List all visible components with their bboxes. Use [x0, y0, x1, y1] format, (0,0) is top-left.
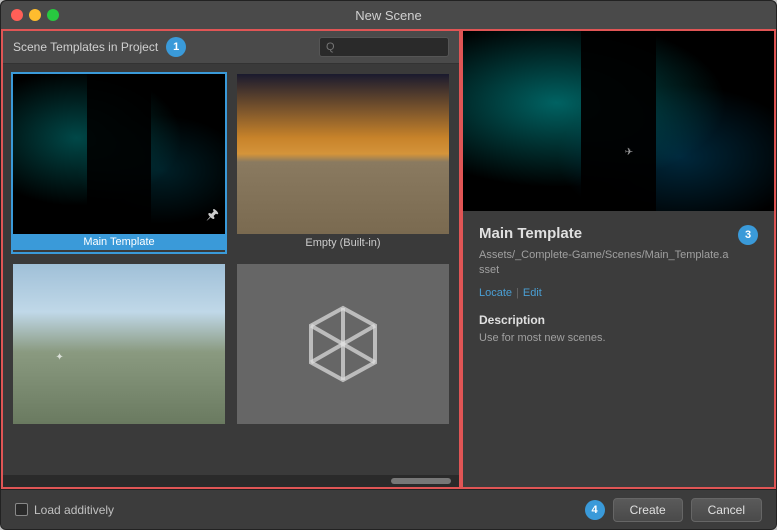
badge-1: 1 [166, 37, 186, 57]
create-button[interactable]: Create [613, 498, 683, 522]
bottom-bar: Load additively 4 Create Cancel [1, 489, 776, 529]
window-title: New Scene [355, 8, 421, 23]
new-scene-window: New Scene Scene Templates in Project 1 [0, 0, 777, 530]
preview-center-strip [581, 31, 656, 211]
link-separator: | [516, 287, 519, 299]
detail-title: Main Template [479, 225, 730, 242]
right-panel: ✈ Main Template Assets/_Complete-Game/Sc… [461, 29, 776, 489]
detail-desc-text: Use for most new scenes. [479, 331, 730, 346]
thumb-empty-bg [237, 74, 449, 234]
badge-4: 4 [585, 500, 605, 520]
template-item-main[interactable]: 🖈 Main Template [11, 72, 227, 254]
spaceship-icon: ✈ [625, 147, 637, 157]
template-label-empty: Empty (Built-in) [237, 234, 449, 252]
template-item-empty[interactable]: Empty (Built-in) [235, 72, 451, 254]
preview-space-bg: ✈ [463, 31, 774, 211]
pin-icon: 🖈 [206, 204, 219, 228]
load-additive-area: Load additively [15, 503, 114, 517]
scrollbar-area [3, 475, 459, 487]
detail-section: Main Template Assets/_Complete-Game/Scen… [463, 211, 774, 487]
search-input[interactable] [319, 37, 449, 57]
template-thumbnail-basic [13, 264, 225, 424]
template-item-unity[interactable] [235, 262, 451, 432]
left-panel: Scene Templates in Project 1 🖈 Main Temp… [1, 29, 461, 489]
thumb-unity-bg [237, 264, 449, 424]
minimize-button[interactable] [29, 9, 41, 21]
templates-grid: 🖈 Main Template Empty (Built-in) [3, 64, 459, 475]
detail-path: Assets/_Complete-Game/Scenes/Main_Templa… [479, 248, 730, 279]
maximize-button[interactable] [47, 9, 59, 21]
template-label-basic [13, 424, 225, 430]
detail-links: Locate | Edit [479, 287, 730, 299]
thumb-main-bg [13, 74, 225, 234]
template-label-main: Main Template [13, 234, 225, 250]
load-additive-checkbox[interactable] [15, 503, 28, 516]
title-bar: New Scene [1, 1, 776, 29]
template-label-unity [237, 424, 449, 430]
main-content: Scene Templates in Project 1 🖈 Main Temp… [1, 29, 776, 489]
thumb-basic-bg [13, 264, 225, 424]
edit-link[interactable]: Edit [523, 287, 542, 299]
preview-image: ✈ [463, 31, 774, 211]
thumb-center-strip [87, 74, 151, 234]
template-thumbnail-main: 🖈 [13, 74, 225, 234]
detail-desc-title: Description [479, 313, 730, 327]
load-additive-label: Load additively [34, 503, 114, 517]
close-button[interactable] [11, 9, 23, 21]
window-controls [11, 9, 59, 21]
template-thumbnail-empty [237, 74, 449, 234]
cancel-button[interactable]: Cancel [691, 498, 762, 522]
bottom-buttons: 4 Create Cancel [585, 498, 762, 522]
template-thumbnail-unity [237, 264, 449, 424]
left-header: Scene Templates in Project 1 [3, 31, 459, 64]
unity-logo-icon [303, 304, 383, 384]
template-item-basic[interactable] [11, 262, 227, 432]
locate-link[interactable]: Locate [479, 287, 512, 299]
scrollbar-thumb[interactable] [391, 478, 451, 484]
section-title: Scene Templates in Project [13, 40, 158, 54]
badge-3: 3 [738, 225, 758, 245]
